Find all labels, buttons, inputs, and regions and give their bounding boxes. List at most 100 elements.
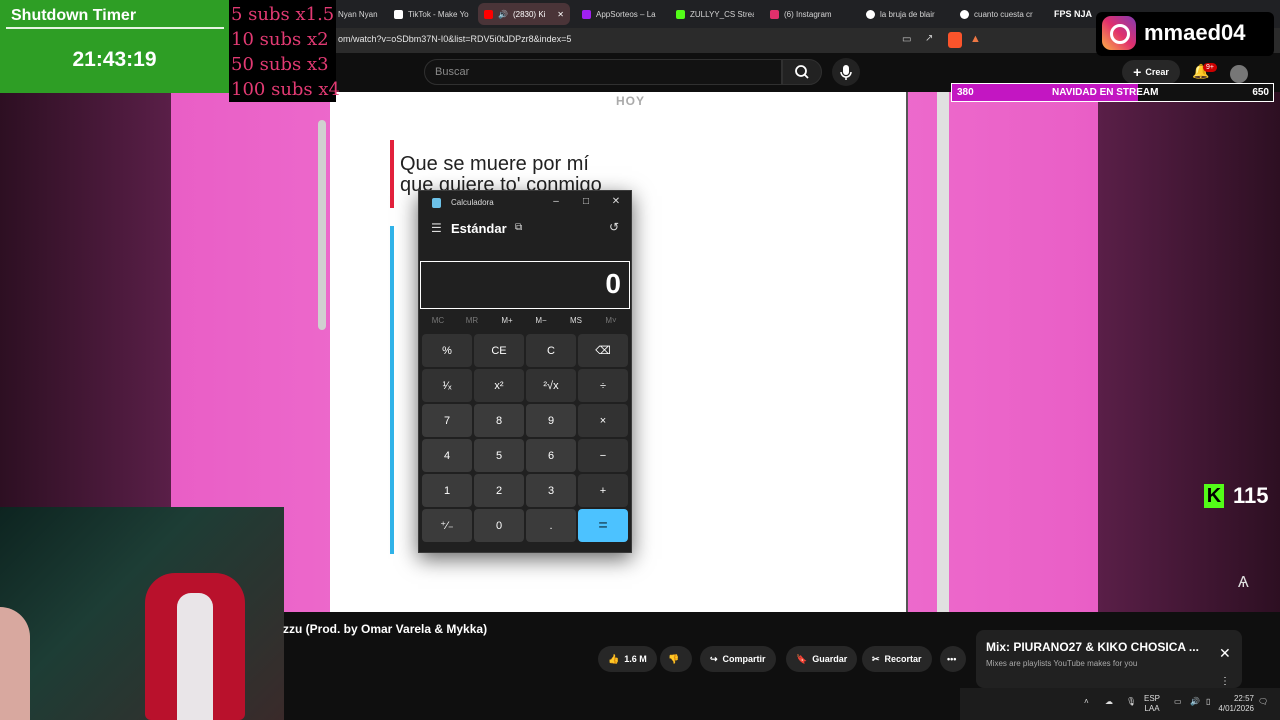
share-button[interactable]: ↪ Compartir bbox=[700, 646, 776, 672]
instagram-username: mmaed04 bbox=[1144, 20, 1246, 45]
streamer-logo-watermark: Ѧ bbox=[1238, 574, 1249, 591]
minimize-button[interactable]: – bbox=[549, 196, 563, 207]
phone-side-frame bbox=[318, 120, 326, 330]
chevron-up-icon[interactable]: ˄ bbox=[1084, 697, 1089, 707]
memory-clear-button[interactable]: MC bbox=[421, 316, 455, 325]
dislike-button[interactable]: 👎 bbox=[660, 646, 692, 672]
mic-icon[interactable]: 🎙 bbox=[1126, 697, 1136, 707]
search-input[interactable]: Buscar bbox=[424, 59, 782, 85]
appsorteos-icon bbox=[582, 9, 591, 19]
backspace-key[interactable]: ⌫ bbox=[578, 334, 628, 367]
digit-7-key[interactable]: 7 bbox=[422, 404, 472, 437]
thumbs-down-icon: 👎 bbox=[668, 653, 680, 664]
stream-goal-bar: 380 NAVIDAD EN STREAM 650 bbox=[951, 83, 1274, 102]
digit-2-key[interactable]: 2 bbox=[474, 474, 524, 507]
share-icon[interactable]: ↗ bbox=[925, 33, 933, 44]
cast-icon[interactable]: ▭ bbox=[902, 34, 911, 45]
reciprocal-key[interactable]: ¹⁄ₓ bbox=[422, 369, 472, 402]
memory-recall-button[interactable]: MR bbox=[455, 316, 489, 325]
instagram-handle-overlay: mmaed04 bbox=[1096, 12, 1274, 56]
memory-list-button[interactable]: M˅ bbox=[594, 316, 628, 325]
close-icon[interactable]: ✕ bbox=[1219, 645, 1231, 662]
notification-center-icon[interactable]: 🗨 bbox=[1258, 697, 1268, 707]
brave-shield-icon[interactable] bbox=[948, 32, 962, 48]
clear-key[interactable]: C bbox=[526, 334, 576, 367]
divide-key[interactable]: ÷ bbox=[578, 369, 628, 402]
maximize-button[interactable]: □ bbox=[579, 196, 593, 207]
keep-on-top-icon[interactable]: ⧉ bbox=[515, 222, 522, 233]
tiktok-icon bbox=[394, 9, 403, 19]
search-button[interactable] bbox=[782, 59, 822, 85]
gaming-chair bbox=[145, 573, 245, 720]
avatar[interactable] bbox=[1230, 65, 1248, 83]
url-text[interactable]: om/watch?v=oSDbm37N-I0&list=RDV5i0tJDPzr… bbox=[338, 34, 571, 44]
google-icon bbox=[866, 9, 875, 19]
goal-target: 650 bbox=[1252, 87, 1269, 98]
negate-key[interactable]: ⁺⁄₋ bbox=[422, 509, 472, 542]
bookmark-icon: 🔖 bbox=[796, 653, 808, 664]
add-key[interactable]: + bbox=[578, 474, 628, 507]
digit-4-key[interactable]: 4 bbox=[422, 439, 472, 472]
calculator-window[interactable]: Calculadora – □ ✕ ☰ Estándar ⧉ ↺ 0 MC MR… bbox=[418, 190, 632, 553]
subtract-key[interactable]: − bbox=[578, 439, 628, 472]
digit-3-key[interactable]: 3 bbox=[526, 474, 576, 507]
like-button[interactable]: 👍 1.6 M bbox=[598, 646, 657, 672]
history-icon[interactable]: ↺ bbox=[609, 220, 619, 234]
digit-6-key[interactable]: 6 bbox=[526, 439, 576, 472]
tab-tiktok[interactable]: TikTok - Make Yo bbox=[388, 3, 472, 25]
network-icon[interactable]: ▭ bbox=[1174, 697, 1182, 707]
timer-divider bbox=[6, 27, 224, 29]
tab-google-bruja[interactable]: la bruja de blair bbox=[860, 3, 948, 25]
clip-button[interactable]: ✂ Recortar bbox=[862, 646, 932, 672]
timer-title: Shutdown Timer bbox=[11, 7, 137, 24]
digit-9-key[interactable]: 9 bbox=[526, 404, 576, 437]
digit-0-key[interactable]: 0 bbox=[474, 509, 524, 542]
decimal-key[interactable]: . bbox=[526, 509, 576, 542]
tab-appsorteos[interactable]: AppSorteos – La bbox=[576, 3, 660, 25]
square-root-key[interactable]: ²√x bbox=[526, 369, 576, 402]
digit-5-key[interactable]: 5 bbox=[474, 439, 524, 472]
multiply-key[interactable]: × bbox=[578, 404, 628, 437]
close-tab-icon[interactable]: ✕ bbox=[557, 10, 564, 19]
save-button[interactable]: 🔖 Guardar bbox=[786, 646, 858, 672]
calculator-display: 0 bbox=[420, 261, 630, 309]
mix-playlist-card[interactable]: Mix: PIURANO27 & KIKO CHOSICA ... Mixes … bbox=[976, 630, 1242, 688]
subs-multiplier-list: 5 subs x1.5 10 subs x2 50 subs x3 100 su… bbox=[229, 0, 340, 102]
youtube-icon bbox=[484, 9, 493, 19]
volume-icon[interactable]: 🔊 bbox=[1190, 697, 1200, 707]
more-vertical-icon[interactable]: ⋮ bbox=[1220, 676, 1230, 687]
square-key[interactable]: x² bbox=[474, 369, 524, 402]
rewards-icon[interactable]: ▲ bbox=[970, 33, 981, 45]
kick-icon: K bbox=[1204, 484, 1224, 508]
instagram-icon bbox=[770, 9, 779, 19]
menu-icon[interactable]: ☰ bbox=[431, 221, 442, 235]
tab-youtube-active[interactable]: 🔊 (2830) Ki ✕ bbox=[478, 3, 570, 25]
search-icon bbox=[795, 65, 809, 79]
tab-kick[interactable]: ZULLYY_CS Strea bbox=[670, 3, 754, 25]
more-actions-button[interactable]: ••• bbox=[940, 646, 966, 672]
subs-line: 50 subs x3 bbox=[231, 54, 329, 75]
battery-icon[interactable]: ▯ bbox=[1206, 697, 1210, 707]
close-button[interactable]: ✕ bbox=[609, 196, 623, 207]
memory-add-button[interactable]: M+ bbox=[490, 316, 524, 325]
reply-accent-bar bbox=[390, 226, 394, 554]
display-value: 0 bbox=[605, 268, 621, 299]
fps-label: FPS NJA bbox=[1054, 9, 1093, 19]
cloud-icon[interactable]: ☁ bbox=[1105, 697, 1113, 707]
clear-entry-key[interactable]: CE bbox=[474, 334, 524, 367]
tab-instagram[interactable]: (6) Instagram bbox=[764, 3, 856, 25]
tab-google-cuanto[interactable]: cuanto cuesta cr bbox=[954, 3, 1044, 25]
digit-1-key[interactable]: 1 bbox=[422, 474, 472, 507]
digit-8-key[interactable]: 8 bbox=[474, 404, 524, 437]
memory-subtract-button[interactable]: M− bbox=[524, 316, 558, 325]
percent-key[interactable]: % bbox=[422, 334, 472, 367]
memory-store-button[interactable]: MS bbox=[559, 316, 593, 325]
language-indicator[interactable]: ESP LAA bbox=[1144, 694, 1160, 714]
more-horizontal-icon: ••• bbox=[947, 654, 957, 664]
tab-nyan[interactable]: Nyan Nyan bbox=[332, 3, 382, 25]
voice-search-button[interactable] bbox=[832, 58, 860, 86]
create-button[interactable]: + Crear bbox=[1122, 60, 1180, 84]
equals-key[interactable]: = bbox=[578, 509, 628, 542]
clock[interactable]: 22:57 4/01/2026 bbox=[1214, 694, 1254, 714]
video-title: zzu (Prod. by Omar Varela & Mykka) bbox=[283, 622, 488, 636]
